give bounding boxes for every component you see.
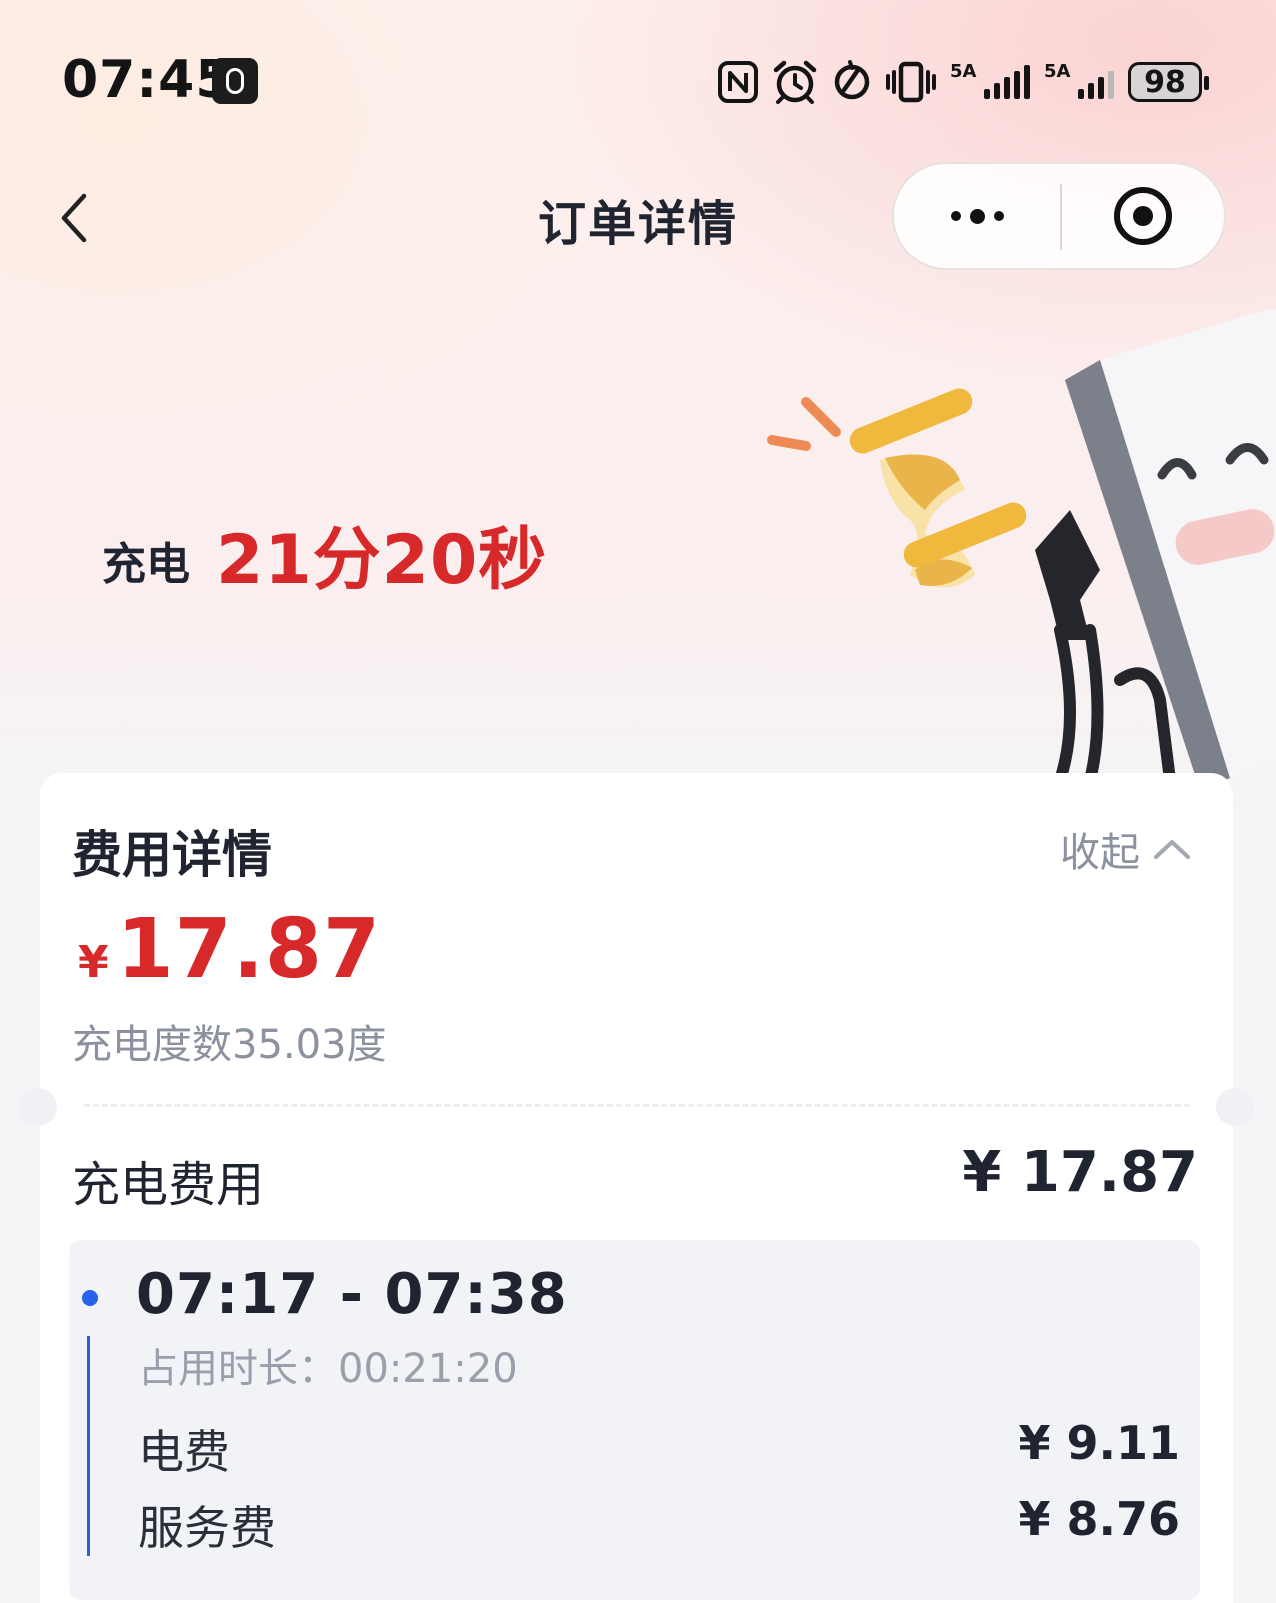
electricity-fee-value: ¥ 9.11 [1018, 1416, 1180, 1470]
hourglass-icon [849, 388, 1027, 588]
signal-strength-icon: 5A [1044, 61, 1114, 99]
energy-amount: 充电度数35.03度 [72, 1022, 387, 1068]
period-time-range: 07:17 - 07:38 [136, 1262, 568, 1327]
charging-fee-label: 充电费用 [72, 1157, 265, 1213]
total-value: 17.87 [116, 902, 381, 997]
close-miniprogram-button[interactable] [1062, 164, 1224, 268]
vibrate-icon [886, 60, 936, 104]
service-fee-value: ¥ 8.76 [1018, 1492, 1180, 1546]
signal-strength-icon: 5A [950, 61, 1030, 99]
collapse-button[interactable]: 收起 [1060, 820, 1192, 878]
total-amount: ¥ 17.87 [78, 902, 381, 997]
electricity-fee-label: 电费 [138, 1425, 230, 1479]
battery-icon: 98 [1128, 62, 1209, 102]
service-fee-label: 服务费 [138, 1501, 276, 1555]
card-notch-left [19, 1088, 57, 1126]
collapse-label: 收起 [1060, 830, 1140, 876]
chevron-up-icon [1154, 840, 1190, 859]
occupy-duration: 占用时长：00:21:20 [138, 1346, 518, 1392]
currency-symbol: ¥ [78, 937, 109, 988]
status-icons: 5A 5A 98 [718, 58, 1209, 106]
timeline-line [87, 1336, 90, 1556]
app-notification-icon [212, 58, 258, 104]
more-button[interactable] [894, 164, 1060, 268]
charging-illustration [767, 310, 1276, 790]
nfc-icon [718, 61, 758, 103]
status-time: 07:45 [62, 50, 233, 110]
fee-details-title: 费用详情 [72, 826, 272, 884]
dashed-divider [84, 1104, 1190, 1107]
duration-label: 充电 [102, 539, 190, 590]
alarm-icon [772, 60, 818, 104]
duration-value: 21分20秒 [216, 521, 548, 600]
timeline-dot [82, 1290, 98, 1306]
miniprogram-capsule [892, 162, 1226, 270]
card-notch-right [1216, 1088, 1254, 1126]
target-icon [1114, 187, 1172, 245]
charger-mascot-icon [1035, 310, 1276, 790]
sync-icon [832, 60, 872, 104]
charging-fee-value: ¥ 17.87 [962, 1140, 1198, 1205]
